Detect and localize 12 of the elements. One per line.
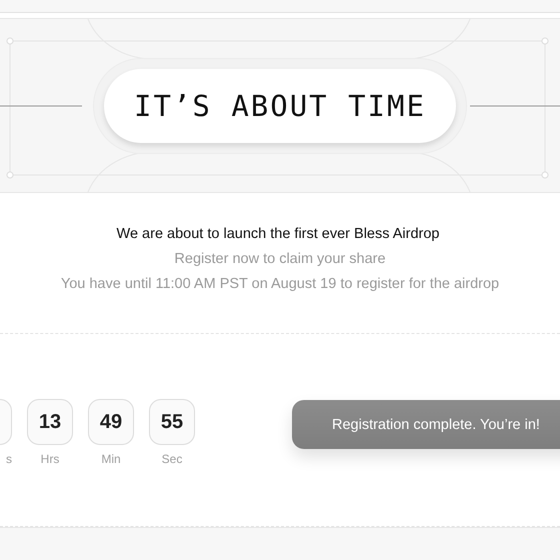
countdown-label: Sec <box>160 452 184 466</box>
toast-notification: Registration complete. You’re in! <box>292 400 560 449</box>
banner-title: IT’S ABOUT TIME <box>104 68 456 142</box>
countdown-value: 49 <box>88 399 134 445</box>
countdown-label: Min <box>100 452 122 466</box>
countdown-value: 13 <box>27 399 73 445</box>
subline-text: Register now to claim your share <box>174 251 386 267</box>
countdown-label: Hrs <box>40 452 60 466</box>
countdown-value: 55 <box>149 399 195 445</box>
countdown-label: s <box>5 452 12 466</box>
deadline-text: You have until 11:00 AM PST on August 19 to register for the airdrop <box>60 276 500 292</box>
headline-text: We are about to launch the first ever Bless Airdrop <box>116 226 440 242</box>
